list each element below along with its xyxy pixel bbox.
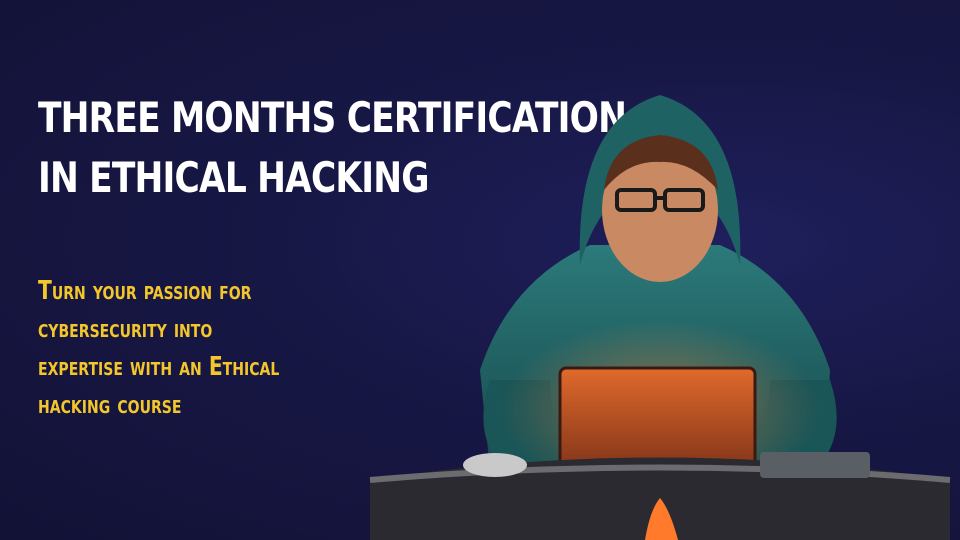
keyboard-icon — [760, 452, 870, 478]
tagline-line-3: expertise with an Ethical — [38, 352, 280, 382]
tagline: Turn your passion for cybersecurity into… — [38, 272, 334, 424]
tagline-line-1: Turn your passion for — [38, 276, 252, 306]
tagline-line-2: cybersecurity into — [38, 314, 213, 344]
hacker-illustration — [369, 95, 951, 540]
tagline-line-4: hacking course — [38, 390, 182, 420]
mug-icon — [463, 453, 527, 477]
